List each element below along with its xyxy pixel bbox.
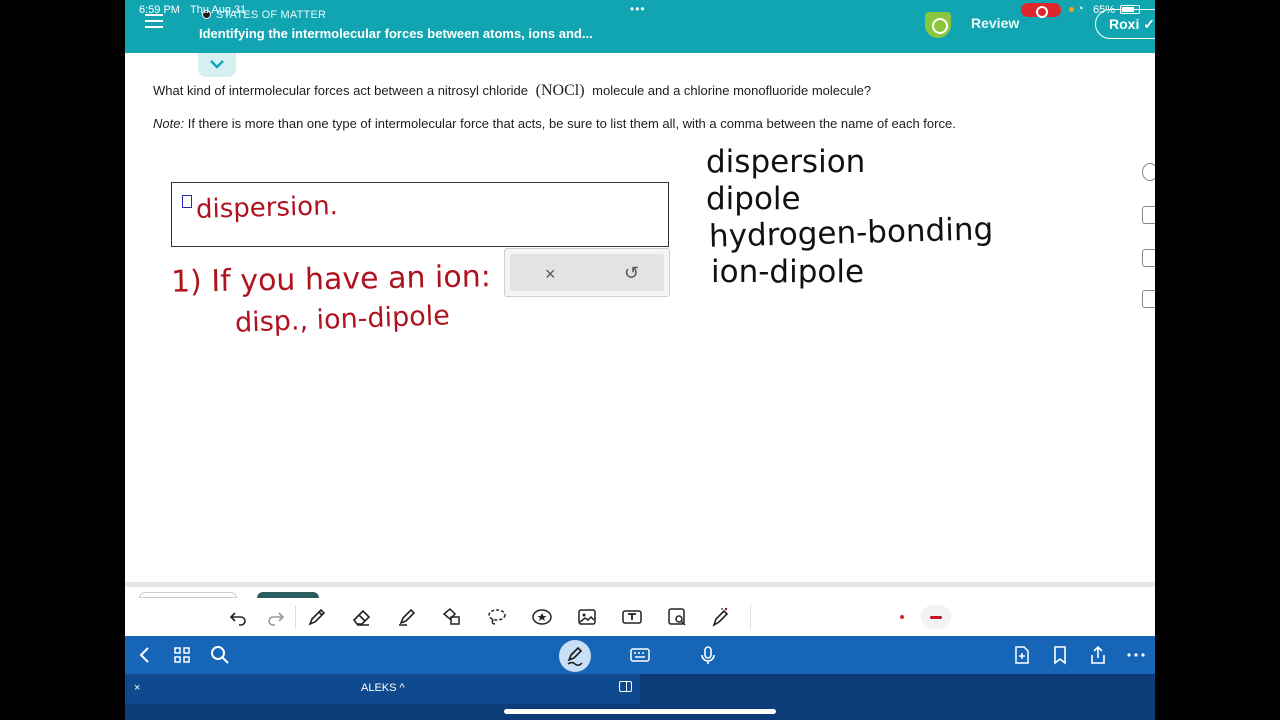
app-screen: STATES OF MATTER Identifying the intermo… — [125, 0, 1155, 720]
chart-icon[interactable] — [1142, 249, 1155, 267]
toolbar-separator — [295, 606, 296, 628]
split-view-icon[interactable] — [619, 681, 632, 692]
text-tool-icon[interactable] — [1142, 290, 1155, 308]
note-label: Note: — [153, 116, 185, 131]
app-name-button[interactable]: ALEKS ^ — [361, 682, 405, 694]
status-bar: 6:59 PM Thu Aug 31 ••• ◔ 65% — [125, 0, 1155, 20]
text-box-icon[interactable] — [620, 605, 644, 629]
question-text: What kind of intermolecular forces act b… — [153, 82, 871, 100]
goodnotes-navbar — [125, 636, 1155, 674]
close-app-button[interactable]: × — [134, 682, 140, 694]
collapse-header-button[interactable] — [198, 53, 236, 77]
text-cursor-icon — [182, 195, 192, 208]
pen-tool-icon[interactable] — [305, 605, 329, 629]
more-options-icon[interactable] — [1125, 644, 1147, 666]
share-icon[interactable] — [1087, 644, 1109, 666]
screen-record-icon — [1021, 3, 1061, 18]
shapes-icon[interactable] — [440, 605, 464, 629]
handwritten-force-3: hydrogen-bonding — [708, 211, 994, 255]
magic-pen-icon[interactable] — [708, 605, 732, 629]
lesson-title: Identifying the intermolecular forces be… — [199, 26, 593, 41]
handwritten-force-4: ion-dipole — [711, 254, 865, 290]
answer-tools-popup: × ↺ — [504, 248, 670, 297]
toolbar-separator-2 — [750, 604, 751, 630]
back-chevron-icon[interactable] — [134, 644, 156, 666]
wifi-icon: ◔ — [1077, 3, 1084, 15]
undo-icon[interactable] — [226, 605, 250, 629]
image-icon[interactable] — [575, 605, 599, 629]
bookmark-icon[interactable] — [1049, 644, 1071, 666]
stage-manager-bar: × ALEKS ^ — [125, 674, 1155, 720]
app-switcher-pane: × ALEKS ^ — [125, 674, 640, 704]
question-note: Note: If there is more than one type of … — [153, 116, 956, 131]
keyboard-icon[interactable] — [629, 644, 651, 666]
handwritten-note-line-1: 1) If you have an ion: — [170, 259, 492, 300]
search-icon[interactable] — [209, 644, 231, 666]
answer-input[interactable]: dispersion. — [171, 182, 669, 247]
grid-view-icon[interactable] — [171, 644, 193, 666]
image-search-icon[interactable] — [665, 605, 689, 629]
undo-answer-button[interactable]: ↺ — [624, 263, 639, 284]
handwritten-note-line-2: disp., ion-dipole — [234, 300, 451, 339]
question-part-2: molecule and a chlorine monofluoride mol… — [592, 83, 872, 98]
clear-answer-button[interactable]: × — [545, 264, 556, 285]
add-page-icon[interactable] — [1011, 644, 1033, 666]
eraser-icon[interactable] — [350, 605, 374, 629]
question-part-1: What kind of intermolecular forces act b… — [153, 83, 529, 98]
calculator-icon[interactable] — [1142, 206, 1155, 224]
answer-tools-tray: × ↺ — [510, 254, 664, 291]
content-divider — [125, 582, 1155, 587]
lasso-icon[interactable] — [485, 605, 509, 629]
status-date: Thu Aug 31 — [190, 4, 247, 16]
battery-percent: 65% — [1093, 4, 1116, 16]
selected-pen-color-button[interactable] — [921, 605, 951, 629]
pencil-scribble-icon — [567, 646, 583, 667]
annotation-toolbar — [125, 598, 1155, 636]
status-time: 6:59 PM — [139, 4, 180, 16]
handwritten-force-1: dispersion — [706, 144, 866, 180]
draw-mode-button[interactable] — [559, 640, 591, 672]
chevron-down-icon — [210, 60, 224, 69]
sticker-icon[interactable] — [530, 605, 554, 629]
highlighter-icon[interactable] — [395, 605, 419, 629]
redo-icon[interactable] — [264, 605, 288, 629]
help-icon[interactable] — [1142, 163, 1155, 181]
home-indicator[interactable] — [504, 709, 776, 714]
battery-icon — [1120, 5, 1140, 14]
microphone-icon[interactable] — [697, 644, 719, 666]
answer-handwritten: dispersion. — [195, 191, 339, 225]
multitask-dots-icon[interactable]: ••• — [630, 2, 646, 16]
color-dot-icon[interactable] — [900, 615, 904, 619]
handwritten-force-2: dipole — [706, 181, 801, 217]
mic-indicator-icon — [1069, 7, 1074, 12]
note-text: If there is more than one type of interm… — [187, 116, 956, 131]
question-formula: (NOCl) — [535, 82, 585, 99]
